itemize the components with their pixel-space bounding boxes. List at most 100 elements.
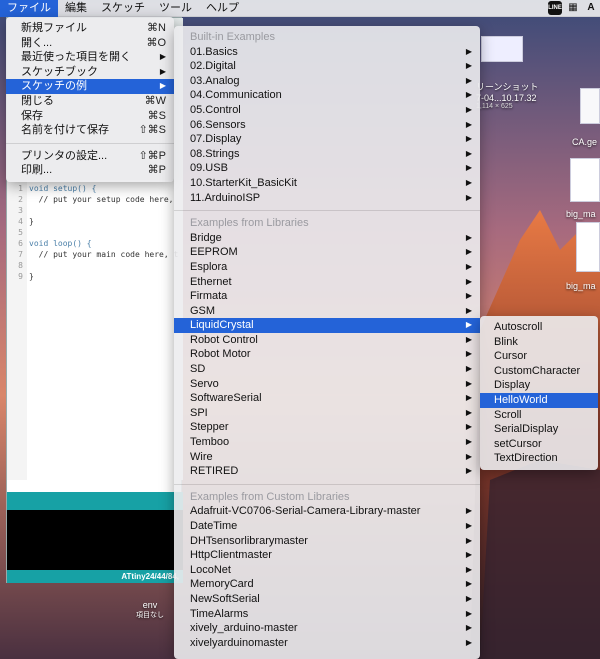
submenu-arrow-icon: ▶: [465, 163, 472, 173]
menu-item-open-recent[interactable]: 最近使った項目を開く ▶: [6, 50, 174, 65]
menu-item-label: 新規ファイル: [21, 22, 87, 34]
menu-item-06-sensors[interactable]: 06.Sensors ▶: [174, 118, 480, 133]
code-editor[interactable]: 1 2 3 4 5 6 7 8 9 void setup() { // put …: [7, 180, 183, 480]
menu-item-scroll[interactable]: Scroll: [480, 408, 598, 423]
submenu-arrow-icon: ▶: [159, 81, 166, 91]
ca-geo-file-label[interactable]: CA.ge: [572, 137, 600, 147]
menu-item-loconet[interactable]: LocoNet ▶: [174, 563, 480, 578]
screenshot-label[interactable]: リーンショット 7-04...10.17.32 1,114 × 625: [476, 80, 546, 110]
menu-sketch[interactable]: スケッチ: [94, 0, 152, 17]
code-line: void loop() {: [29, 239, 92, 248]
menu-item-sd[interactable]: SD ▶: [174, 362, 480, 377]
shortcut: ⇧⌘P: [138, 149, 166, 162]
menu-item-save[interactable]: 保存 ⌘S: [6, 109, 174, 124]
menu-item-adafruit-vc0706-serial-camera-library-master[interactable]: Adafruit-VC0706-Serial-Camera-Library-ma…: [174, 504, 480, 519]
menu-item-label: Autoscroll: [494, 321, 543, 333]
menu-item-open[interactable]: 開く... ⌘O: [6, 36, 174, 51]
menu-item-serialdisplay[interactable]: SerialDisplay: [480, 422, 598, 437]
menu-item-robot-motor[interactable]: Robot Motor ▶: [174, 347, 480, 362]
menu-item-cursor[interactable]: Cursor: [480, 349, 598, 364]
menu-item-firmata[interactable]: Firmata ▶: [174, 289, 480, 304]
menu-item-stepper[interactable]: Stepper ▶: [174, 420, 480, 435]
menu-item-label: 保存: [21, 109, 43, 122]
menu-item-autoscroll[interactable]: Autoscroll: [480, 320, 598, 335]
menu-item-spi[interactable]: SPI ▶: [174, 406, 480, 421]
menu-item-bridge[interactable]: Bridge ▶: [174, 231, 480, 246]
menu-item-10-starterkit-basickit[interactable]: 10.StarterKit_BasicKit ▶: [174, 176, 480, 191]
menu-item-label: 名前を付けて保存: [21, 124, 109, 137]
big-ma-file-label-1[interactable]: big_ma: [566, 209, 600, 219]
menu-item-esplora[interactable]: Esplora ▶: [174, 260, 480, 275]
submenu-arrow-icon: ▶: [465, 422, 472, 432]
big-ma-file-label-2[interactable]: big_ma: [566, 281, 600, 291]
menu-item-gsm[interactable]: GSM ▶: [174, 304, 480, 319]
menu-item-memorycard[interactable]: MemoryCard ▶: [174, 577, 480, 592]
menu-item-robot-control[interactable]: Robot Control ▶: [174, 333, 480, 348]
menu-item-save-as[interactable]: 名前を付けて保存 ⇧⌘S: [6, 123, 174, 138]
env-subtitle: 項目なし: [136, 612, 164, 619]
menu-item-label: TimeAlarms: [190, 607, 249, 620]
menu-item-newsoftserial[interactable]: NewSoftSerial ▶: [174, 592, 480, 607]
menu-item-xivelyarduinomaster[interactable]: xivelyarduinomaster ▶: [174, 636, 480, 651]
menu-item-07-display[interactable]: 07.Display ▶: [174, 132, 480, 147]
submenu-arrow-icon: ▶: [465, 61, 472, 71]
menu-tools[interactable]: ツール: [152, 0, 199, 17]
menu-item-05-control[interactable]: 05.Control ▶: [174, 103, 480, 118]
menu-item-dhtsensorlibrarymaster[interactable]: DHTsensorlibrarymaster ▶: [174, 534, 480, 549]
screenshot-thumbnail[interactable]: [481, 36, 523, 62]
menu-item-liquidcrystal[interactable]: LiquidCrystal ▶: [174, 318, 480, 333]
menu-item-wire[interactable]: Wire ▶: [174, 450, 480, 465]
menu-file[interactable]: ファイル: [0, 0, 58, 17]
menu-item-print[interactable]: 印刷... ⌘P: [6, 163, 174, 178]
submenu-arrow-icon: ▶: [465, 393, 472, 403]
menu-item-close[interactable]: 閉じる ⌘W: [6, 94, 174, 109]
menu-item-xively-arduino-master[interactable]: xively_arduino-master ▶: [174, 621, 480, 636]
line-app-icon[interactable]: LINE: [548, 1, 562, 15]
adobe-icon[interactable]: A: [584, 1, 598, 15]
menu-item-servo[interactable]: Servo ▶: [174, 377, 480, 392]
menu-item-examples[interactable]: スケッチの例 ▶: [6, 79, 174, 94]
menu-item-display[interactable]: Display: [480, 378, 598, 393]
menu-item-new[interactable]: 新規ファイル ⌘N: [6, 21, 174, 36]
grid-icon[interactable]: ▦: [566, 1, 580, 15]
menu-item-blink[interactable]: Blink: [480, 335, 598, 350]
menu-item-label: Wire: [190, 450, 213, 463]
menu-item-softwareserial[interactable]: SoftwareSerial ▶: [174, 391, 480, 406]
menu-item-11-arduinoisp[interactable]: 11.ArduinoISP ▶: [174, 191, 480, 206]
menu-item-08-strings[interactable]: 08.Strings ▶: [174, 147, 480, 162]
line-number: 9: [18, 272, 23, 281]
menu-item-datetime[interactable]: DateTime ▶: [174, 519, 480, 534]
menu-item-helloworld[interactable]: HelloWorld: [480, 392, 598, 408]
menu-item-timealarms[interactable]: TimeAlarms ▶: [174, 607, 480, 622]
line-number: 8: [18, 261, 23, 270]
menu-help[interactable]: ヘルプ: [199, 0, 246, 17]
menu-item-page-setup[interactable]: プリンタの設定... ⇧⌘P: [6, 149, 174, 164]
menu-item-02-digital[interactable]: 02.Digital ▶: [174, 59, 480, 74]
menu-item-textdirection[interactable]: TextDirection: [480, 451, 598, 466]
big-ma-file-icon-2[interactable]: [576, 222, 600, 272]
menu-item-temboo[interactable]: Temboo ▶: [174, 435, 480, 450]
submenu-arrow-icon: ▶: [465, 119, 472, 129]
env-folder-label[interactable]: env 項目なし: [128, 600, 172, 620]
menu-item-09-usb[interactable]: 09.USB ▶: [174, 161, 480, 176]
menu-item-01-basics[interactable]: 01.Basics ▶: [174, 45, 480, 60]
menu-item-httpclientmaster[interactable]: HttpClientmaster ▶: [174, 548, 480, 563]
menu-item-retired[interactable]: RETIRED ▶: [174, 464, 480, 479]
menu-item-label: 01.Basics: [190, 45, 238, 58]
menu-item-03-analog[interactable]: 03.Analog ▶: [174, 74, 480, 89]
menu-item-04-communication[interactable]: 04.Communication ▶: [174, 88, 480, 103]
menu-item-label: Servo: [190, 377, 219, 390]
submenu-arrow-icon: ▶: [465, 579, 472, 589]
menu-item-label: Temboo: [190, 436, 230, 449]
submenu-arrow-icon: ▶: [465, 378, 472, 388]
menu-item-customcharacter[interactable]: CustomCharacter: [480, 364, 598, 379]
menu-item-sketchbook[interactable]: スケッチブック ▶: [6, 65, 174, 80]
menu-item-eeprom[interactable]: EEPROM ▶: [174, 245, 480, 260]
menu-item-label: 05.Control: [190, 103, 241, 116]
menu-item-ethernet[interactable]: Ethernet ▶: [174, 275, 480, 290]
submenu-arrow-icon: ▶: [465, 466, 472, 476]
geo-file-icon[interactable]: [580, 88, 600, 124]
menu-item-setcursor[interactable]: setCursor: [480, 437, 598, 452]
big-ma-file-icon-1[interactable]: [570, 158, 600, 202]
menu-edit[interactable]: 編集: [58, 0, 94, 17]
